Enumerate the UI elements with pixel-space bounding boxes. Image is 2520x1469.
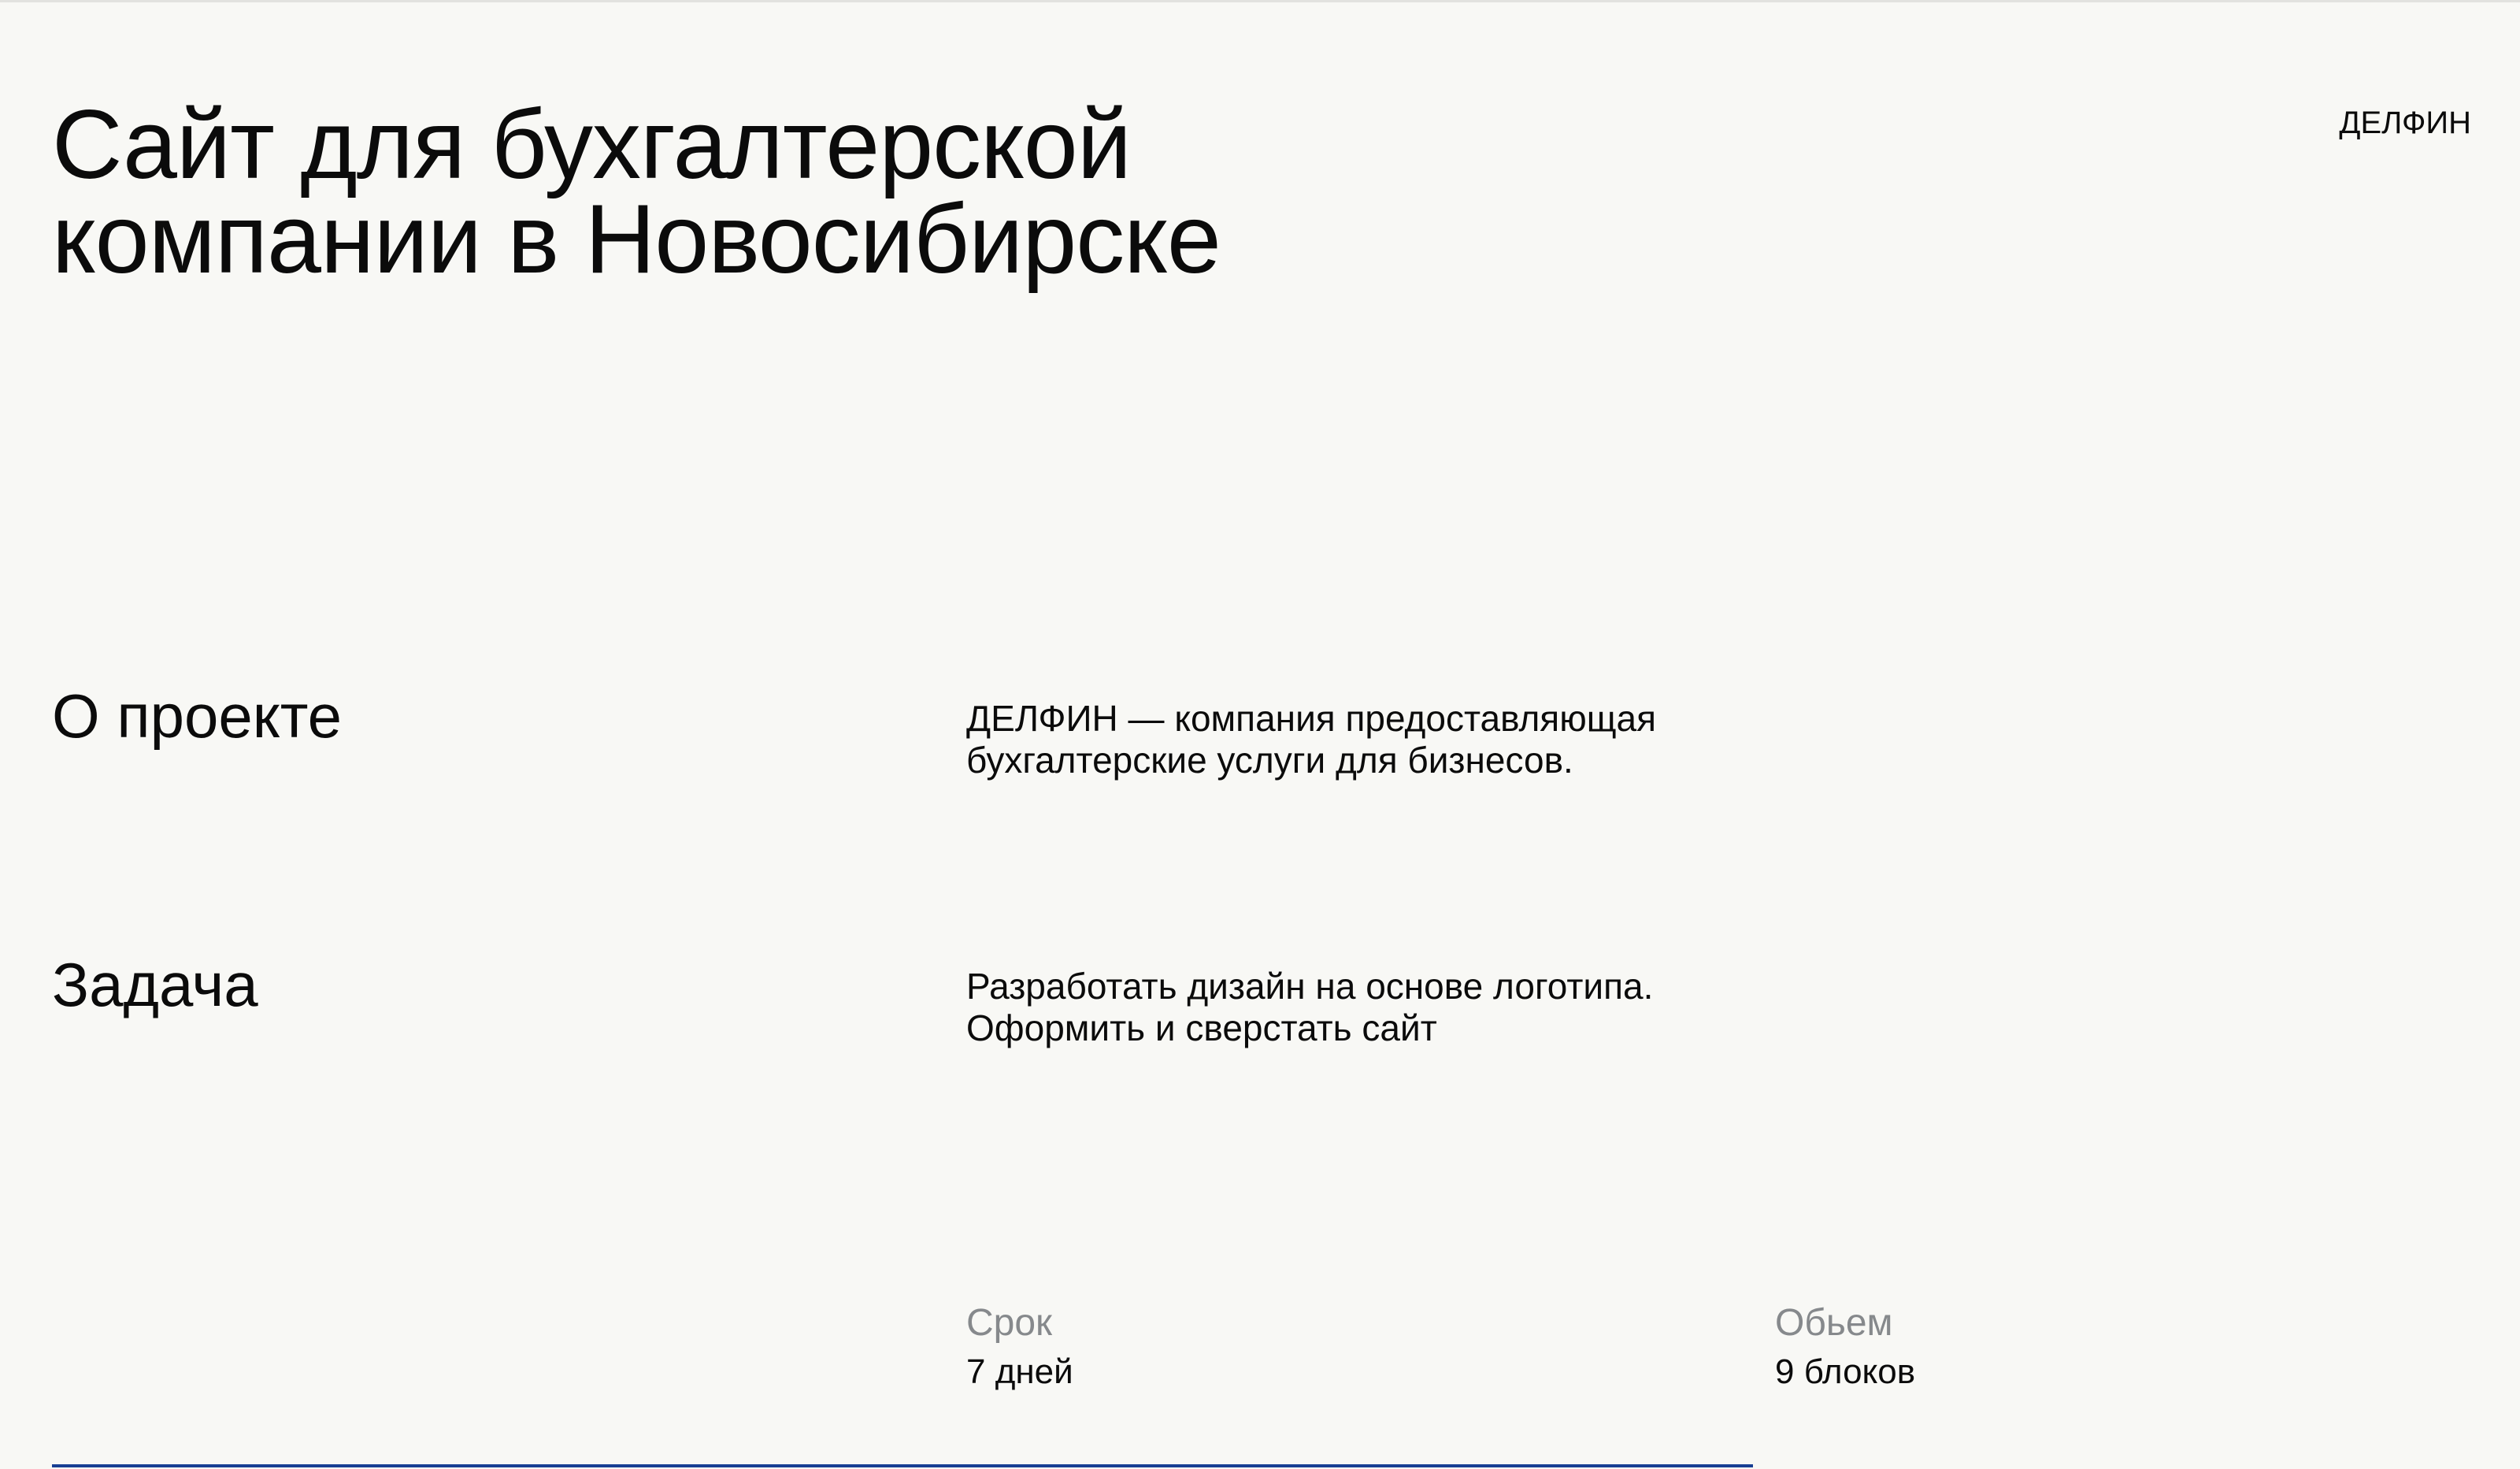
task-heading: Задача <box>52 950 258 1019</box>
task-text: Разработать дизайн на основе логотипа. О… <box>966 966 1654 1048</box>
about-project-text: ДЕЛФИН — компания предоставляющая бухгал… <box>966 698 1657 781</box>
term-label: Срок <box>966 1302 1053 1344</box>
volume-value: 9 блоков <box>1775 1352 1916 1391</box>
progress-divider <box>52 1464 1753 1467</box>
page-title: Сайт для бухгалтерской компании в Новоси… <box>52 91 1221 294</box>
about-project-heading: О проекте <box>52 681 342 751</box>
volume-label: Обьем <box>1775 1302 1893 1344</box>
term-value: 7 дней <box>966 1352 1073 1391</box>
brand-name: ДЕЛФИН <box>2339 106 2471 140</box>
top-divider <box>0 0 2520 2</box>
